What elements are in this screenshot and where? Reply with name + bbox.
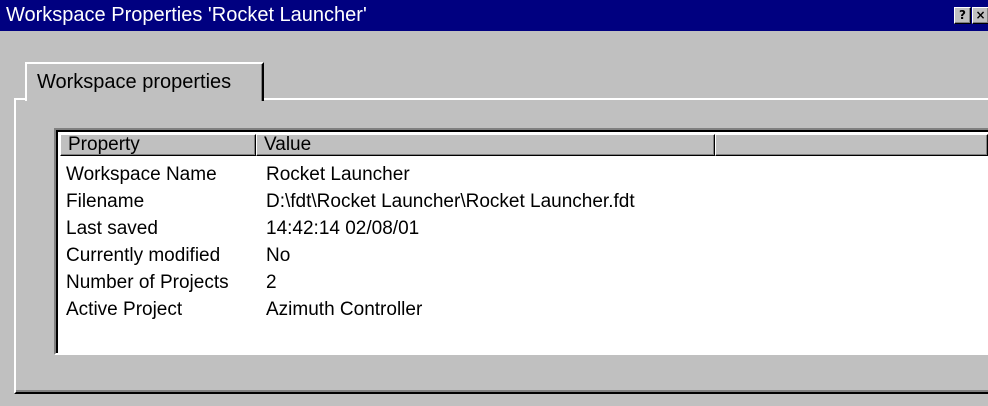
window-title: Workspace Properties 'Rocket Launcher' bbox=[6, 4, 367, 26]
value-cell: Azimuth Controller bbox=[266, 299, 423, 320]
help-button[interactable]: ? bbox=[954, 7, 971, 24]
value-cell: 2 bbox=[266, 272, 277, 293]
property-cell: Active Project bbox=[66, 299, 183, 320]
close-button[interactable]: × bbox=[972, 7, 988, 24]
property-cell: Number of Projects bbox=[66, 272, 229, 293]
properties-list[interactable]: Property Value Workspace Name Rocket Laun… bbox=[54, 128, 988, 355]
column-header-property[interactable]: Property bbox=[60, 134, 256, 156]
value-cell: Rocket Launcher bbox=[266, 164, 410, 185]
help-icon: ? bbox=[959, 8, 966, 22]
value-cell: 14:42:14 02/08/01 bbox=[266, 218, 420, 239]
value-cell: No bbox=[266, 245, 291, 266]
workspace-properties-dialog: Workspace Properties 'Rocket Launcher' ?… bbox=[0, 0, 988, 406]
value-cell: D:\fdt\Rocket Launcher\Rocket Launcher.f… bbox=[266, 191, 635, 212]
tab-label: Workspace properties bbox=[37, 71, 232, 93]
property-cell: Workspace Name bbox=[66, 164, 217, 185]
column-header-value[interactable]: Value bbox=[256, 134, 715, 156]
tab-workspace-properties[interactable]: Workspace properties bbox=[25, 62, 264, 101]
column-header-extra[interactable] bbox=[715, 134, 988, 156]
property-cell: Currently modified bbox=[66, 245, 221, 266]
list-header: Property Value bbox=[60, 134, 988, 156]
close-icon: × bbox=[975, 8, 986, 22]
property-cell: Last saved bbox=[66, 218, 158, 239]
title-bar[interactable]: Workspace Properties 'Rocket Launcher' ?… bbox=[0, 0, 988, 31]
property-cell: Filename bbox=[66, 191, 145, 212]
